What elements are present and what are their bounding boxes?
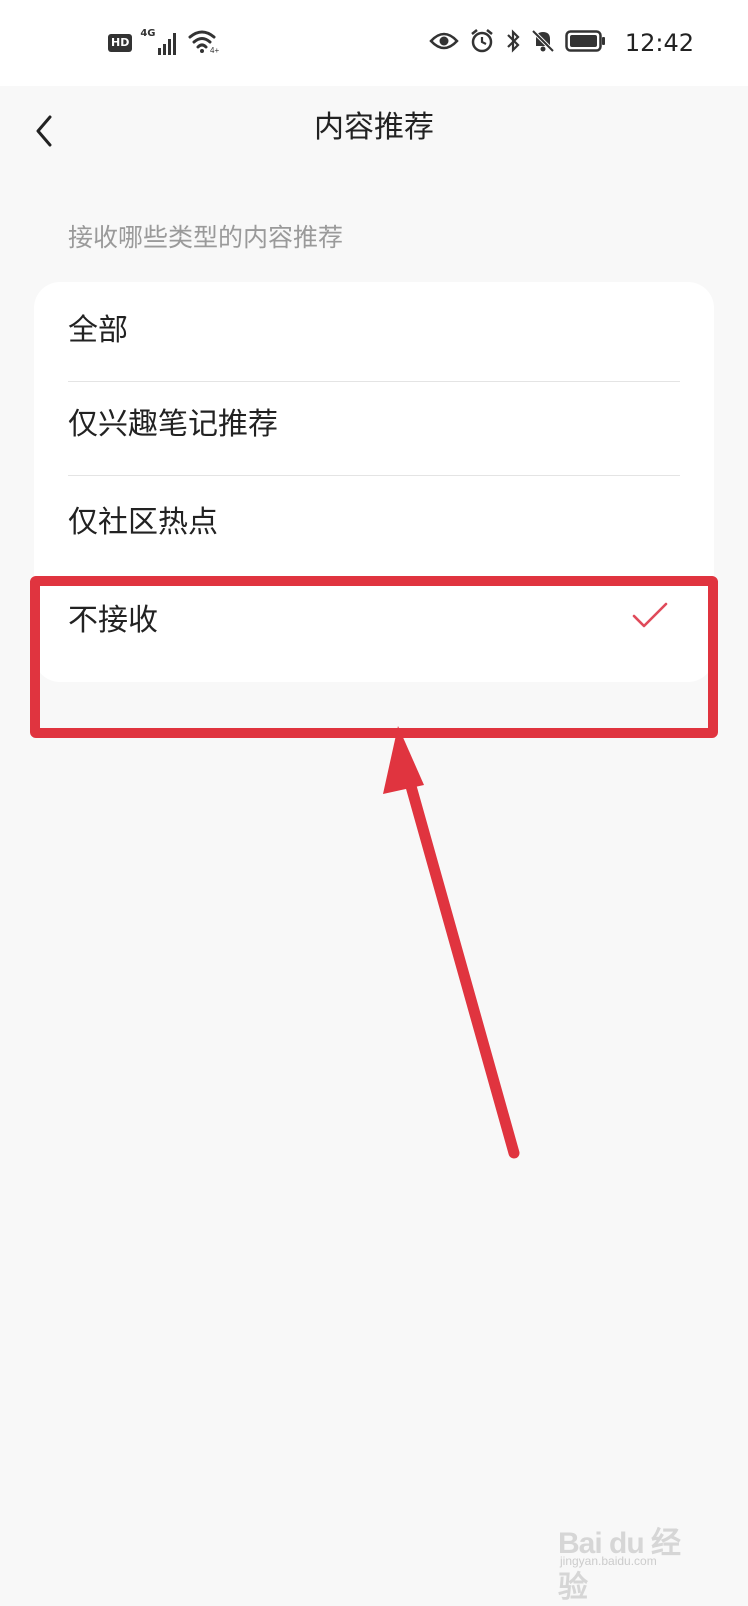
mute-icon: [531, 28, 555, 58]
wifi-icon: 4+: [188, 28, 220, 58]
bluetooth-icon: [505, 28, 521, 58]
option-row-interest[interactable]: 仅兴趣笔记推荐: [34, 376, 714, 476]
nav-bar: 内容推荐: [0, 86, 748, 186]
eye-icon: [429, 30, 459, 56]
hd-icon: HD: [108, 34, 133, 52]
page-title: 内容推荐: [314, 110, 434, 145]
watermark-logo: Bai du 经验 jingyan.baidu.com: [558, 1510, 708, 1604]
status-bar: HD 4G 4+ 12:42: [0, 0, 748, 86]
signal-icon: 4G: [140, 28, 180, 56]
network-type-label: 4G: [140, 28, 156, 39]
status-left: HD 4G 4+: [108, 28, 220, 58]
option-label: 仅社区热点: [68, 505, 218, 540]
highlight-box: [30, 576, 718, 738]
option-label: 仅兴趣笔记推荐: [68, 407, 278, 442]
section-hint: 接收哪些类型的内容推荐: [68, 223, 344, 252]
alarm-icon: [469, 28, 495, 58]
watermark-url: jingyan.baidu.com: [560, 1554, 657, 1568]
battery-icon: [565, 29, 607, 57]
svg-text:4+: 4+: [210, 46, 219, 54]
clock-time: 12:42: [624, 29, 694, 57]
option-row-all[interactable]: 全部: [34, 282, 714, 382]
option-row-hotspot[interactable]: 仅社区热点: [34, 474, 714, 574]
option-label: 全部: [68, 313, 128, 348]
status-right: 12:42: [429, 26, 694, 60]
